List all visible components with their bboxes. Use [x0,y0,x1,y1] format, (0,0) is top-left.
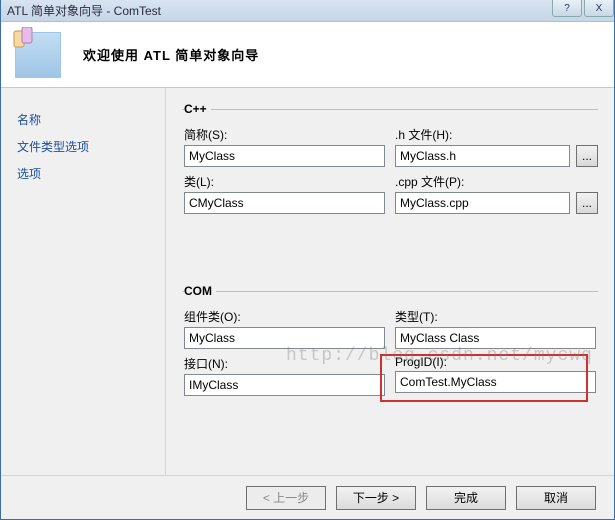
sidebar-item-filetype-options[interactable]: 文件类型选项 [13,133,153,160]
main-panel: C++ 简称(S): .h 文件(H): ... 类(L): [166,88,614,475]
progid-input[interactable] [395,371,596,393]
group-com: COM 组件类(O): 类型(T): 接口(N): [182,284,598,410]
cancel-button[interactable]: 取消 [516,486,596,510]
coclass-label: 组件类(O): [184,308,385,325]
wizard-window: ATL 简单对象向导 - ComTest ? X 欢迎使用 ATL 简单对象向导… [0,0,615,520]
type-input[interactable] [395,327,596,349]
coclass-input[interactable] [184,327,385,349]
progid-label: ProgID(I): [395,355,596,369]
close-button[interactable]: X [584,0,614,17]
group-com-legend: COM [184,284,216,298]
class-label: 类(L): [184,173,385,190]
group-cpp: C++ 简称(S): .h 文件(H): ... 类(L): [182,102,598,228]
group-cpp-legend: C++ [184,102,211,116]
footer: < 上一步 下一步 > 完成 取消 [1,475,614,519]
page-title: 欢迎使用 ATL 简单对象向导 [83,45,259,64]
h-file-input[interactable] [395,145,570,167]
body: 名称 文件类型选项 选项 C++ 简称(S): .h 文件(H): ... [1,88,614,475]
type-label: 类型(T): [395,308,596,325]
window-title: ATL 简单对象向导 - ComTest [7,2,161,19]
sidebar-item-name[interactable]: 名称 [13,106,153,133]
wizard-icon [15,32,61,78]
h-file-label: .h 文件(H): [395,126,596,143]
cpp-file-input[interactable] [395,192,570,214]
interface-label: 接口(N): [184,355,385,372]
next-button[interactable]: 下一步 > [336,486,416,510]
back-button[interactable]: < 上一步 [246,486,326,510]
header-banner: 欢迎使用 ATL 简单对象向导 [1,22,614,88]
titlebar-buttons: ? X [550,0,614,17]
short-name-input[interactable] [184,145,385,167]
cpp-file-label: .cpp 文件(P): [395,173,596,190]
class-input[interactable] [184,192,385,214]
cpp-file-browse-button[interactable]: ... [576,192,598,214]
interface-input[interactable] [184,374,385,396]
sidebar-item-options[interactable]: 选项 [13,160,153,187]
help-button[interactable]: ? [552,0,582,17]
h-file-browse-button[interactable]: ... [576,145,598,167]
finish-button[interactable]: 完成 [426,486,506,510]
sidebar: 名称 文件类型选项 选项 [1,88,166,475]
short-name-label: 简称(S): [184,126,385,143]
title-bar: ATL 简单对象向导 - ComTest ? X [1,0,614,22]
